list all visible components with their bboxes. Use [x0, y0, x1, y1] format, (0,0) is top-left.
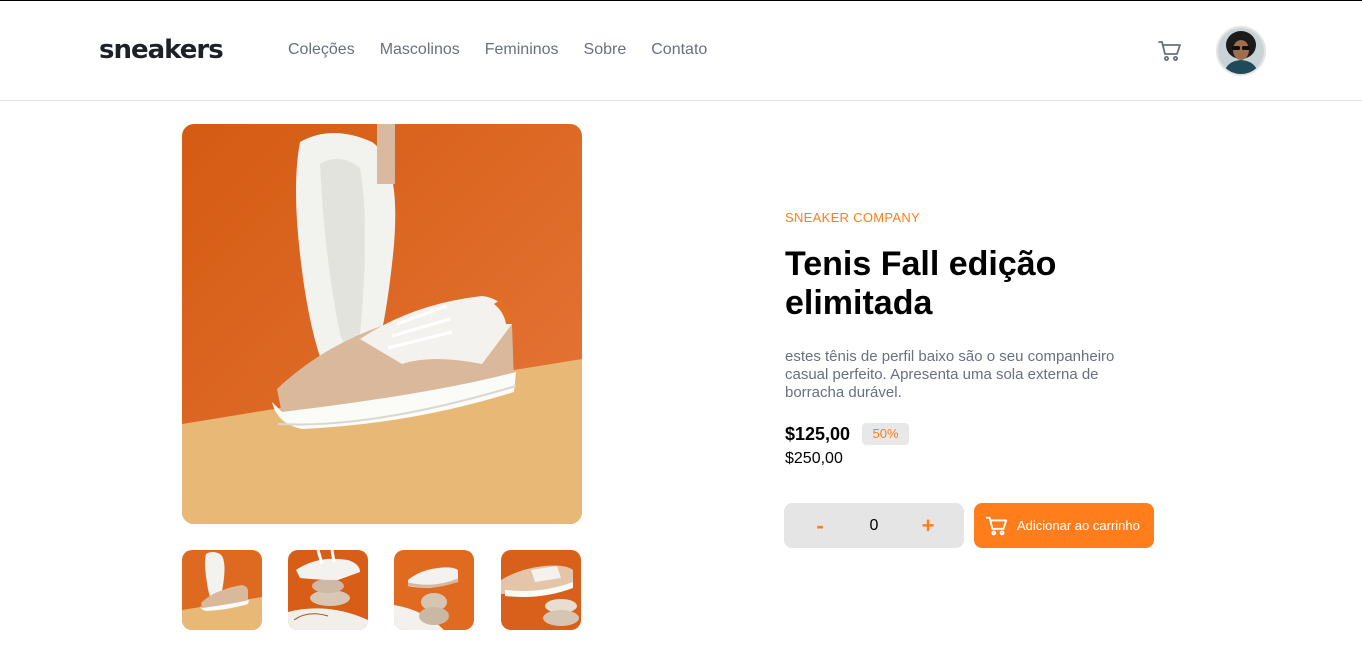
nav-link-femininos[interactable]: Femininos [485, 41, 559, 59]
thumbnail-4[interactable] [501, 550, 581, 630]
thumbnail-3[interactable] [394, 550, 474, 630]
thumbnail-2[interactable] [288, 550, 368, 630]
user-avatar[interactable] [1216, 26, 1266, 76]
quantity-plus-button[interactable]: + [908, 503, 948, 548]
site-header: sneakers Coleções Mascolinos Femininos S… [0, 1, 1362, 101]
current-price: $125,00 [785, 424, 851, 444]
product-title: Tenis Fall edição elimitada [785, 245, 1057, 322]
product-description: estes tênis de perfil baixo são o seu co… [785, 348, 1115, 401]
nav-link-mascolinos[interactable]: Mascolinos [380, 41, 460, 59]
nav-link-sobre[interactable]: Sobre [584, 41, 627, 59]
cart-icon[interactable] [1157, 38, 1183, 64]
thumbnail-1[interactable] [182, 550, 262, 630]
quantity-minus-button[interactable]: - [800, 503, 840, 548]
quantity-value: 0 [869, 517, 879, 534]
logo[interactable]: sneakers [99, 35, 224, 65]
quantity-stepper: - 0 + [784, 503, 964, 548]
main-product-image[interactable] [182, 124, 582, 524]
original-price: $250,00 [785, 450, 843, 467]
nav-link-contato[interactable]: Contato [651, 41, 707, 59]
main-nav: Coleções Mascolinos Femininos Sobre Cont… [288, 41, 707, 59]
cart-icon [985, 514, 1009, 538]
add-to-cart-button[interactable]: Adicionar ao carrinho [974, 503, 1154, 548]
nav-link-colecoes[interactable]: Coleções [288, 41, 355, 59]
add-to-cart-label: Adicionar ao carrinho [1017, 518, 1140, 533]
discount-badge: 50% [862, 423, 909, 445]
company-name: SNEAKER COMPANY [785, 210, 921, 225]
